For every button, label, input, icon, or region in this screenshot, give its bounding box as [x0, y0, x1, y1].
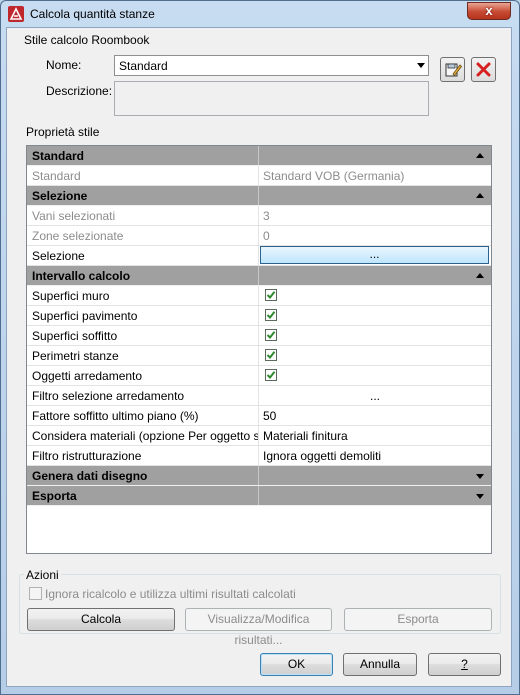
filter-browse-button[interactable]: ... — [259, 386, 491, 405]
collapse-icon[interactable] — [476, 193, 484, 198]
selection-browse-button[interactable]: ... — [260, 246, 489, 264]
chevron-down-icon — [417, 63, 425, 68]
property-row: Fattore soffitto ultimo piano (%) 50 — [27, 406, 491, 426]
checkbox-perimetri-stanze[interactable] — [265, 349, 277, 361]
property-row: Superfici soffitto — [27, 326, 491, 346]
property-row: Filtro selezione arredamento ... — [27, 386, 491, 406]
property-row: Filtro ristrutturazione Ignora oggetti d… — [27, 446, 491, 466]
category-selezione[interactable]: Selezione — [27, 186, 491, 206]
checkmark-icon — [266, 311, 276, 320]
property-label: Considera materiali (opzione Per oggetto… — [27, 426, 259, 445]
description-field[interactable] — [114, 81, 429, 116]
checkbox-oggetti-arredamento[interactable] — [265, 369, 277, 381]
category-esporta[interactable]: Esporta — [27, 486, 491, 506]
category-label: Intervallo calcolo — [27, 266, 259, 285]
property-value-cell: ... — [259, 246, 491, 265]
collapse-icon[interactable] — [476, 273, 484, 278]
style-group-label: Stile calcolo Roombook — [22, 33, 152, 47]
property-row: Oggetti arredamento — [27, 366, 491, 386]
category-intervallo[interactable]: Intervallo calcolo — [27, 266, 491, 286]
property-grid: Standard Standard Standard VOB (Germania… — [26, 145, 492, 554]
category-label: Esporta — [27, 486, 259, 505]
close-icon: x — [485, 3, 493, 18]
ok-button[interactable]: OK — [260, 653, 333, 676]
annulla-button[interactable]: Annulla — [343, 653, 417, 676]
property-label: Filtro ristrutturazione — [27, 446, 259, 465]
checkbox-superfici-muro[interactable] — [265, 289, 277, 301]
property-value: 0 — [263, 229, 270, 243]
description-label: Descrizione: — [46, 84, 113, 98]
style-name-dropdown[interactable]: Standard — [114, 55, 429, 76]
ignore-recalc-label: Ignora ricalcolo e utilizza ultimi risul… — [45, 587, 296, 601]
property-label: Zone selezionate — [27, 226, 259, 245]
property-value-cell — [259, 286, 491, 305]
category-label: Selezione — [27, 186, 259, 205]
expand-icon[interactable] — [476, 494, 484, 499]
property-value-cell — [259, 306, 491, 325]
expand-icon[interactable] — [476, 474, 484, 479]
checkmark-icon — [266, 371, 276, 380]
title-bar[interactable]: Calcola quantità stanze x — [1, 1, 519, 27]
property-row: Zone selezionate 0 — [27, 226, 491, 246]
property-label: Filtro selezione arredamento — [27, 386, 259, 405]
checkmark-icon — [266, 331, 276, 340]
window-close-button[interactable]: x — [467, 2, 511, 20]
property-value-cell — [259, 366, 491, 385]
property-row: Selezione ... — [27, 246, 491, 266]
window-title: Calcola quantità stanze — [30, 7, 155, 21]
materiali-value-field[interactable]: Materiali finitura — [259, 426, 491, 445]
checkmark-icon — [266, 291, 276, 300]
property-label: Superfici soffitto — [27, 326, 259, 345]
delete-icon — [476, 62, 491, 77]
ristrutturazione-value-field[interactable]: Ignora oggetti demoliti — [259, 446, 491, 465]
category-label: Standard — [27, 146, 259, 165]
calcola-button[interactable]: Calcola — [27, 608, 175, 631]
edit-style-icon — [445, 63, 463, 77]
property-row: Considera materiali (opzione Per oggetto… — [27, 426, 491, 446]
collapse-icon[interactable] — [476, 153, 484, 158]
property-label: Superfici muro — [27, 286, 259, 305]
fattore-value-field[interactable]: 50 — [259, 406, 491, 425]
checkbox-superfici-pavimento[interactable] — [265, 309, 277, 321]
property-label: Fattore soffitto ultimo piano (%) — [27, 406, 259, 425]
property-value: 3 — [263, 209, 270, 223]
visualizza-modifica-button[interactable]: Visualizza/Modifica risultati... — [185, 608, 332, 647]
property-label: Selezione — [27, 246, 259, 265]
property-label: Standard — [27, 166, 259, 185]
category-label: Genera dati disegno — [27, 466, 259, 485]
props-group-label: Proprietà stile — [24, 125, 102, 139]
ignore-recalc-checkbox[interactable] — [29, 587, 42, 600]
autocad-app-icon — [8, 6, 24, 22]
property-row: Standard Standard VOB (Germania) — [27, 166, 491, 186]
esporta-button[interactable]: Esporta — [344, 608, 492, 631]
checkbox-superfici-soffitto[interactable] — [265, 329, 277, 341]
property-value-cell — [259, 326, 491, 345]
delete-style-button[interactable] — [471, 57, 496, 82]
property-row: Vani selezionati 3 — [27, 206, 491, 226]
property-value-cell — [259, 346, 491, 365]
property-label: Vani selezionati — [27, 206, 259, 225]
style-name-value: Standard — [119, 59, 168, 73]
actions-group-label: Azioni — [24, 568, 61, 582]
property-label: Oggetti arredamento — [27, 366, 259, 385]
property-label: Superfici pavimento — [27, 306, 259, 325]
property-row: Superfici muro — [27, 286, 491, 306]
property-row: Perimetri stanze — [27, 346, 491, 366]
property-row: Superfici pavimento — [27, 306, 491, 326]
property-label: Perimetri stanze — [27, 346, 259, 365]
category-standard[interactable]: Standard — [27, 146, 491, 166]
help-button[interactable]: ? — [428, 653, 501, 676]
property-value: Standard VOB (Germania) — [263, 169, 405, 183]
category-genera[interactable]: Genera dati disegno — [27, 466, 491, 486]
name-label: Nome: — [46, 58, 82, 72]
checkmark-icon — [266, 351, 276, 360]
edit-style-button[interactable] — [440, 57, 465, 82]
